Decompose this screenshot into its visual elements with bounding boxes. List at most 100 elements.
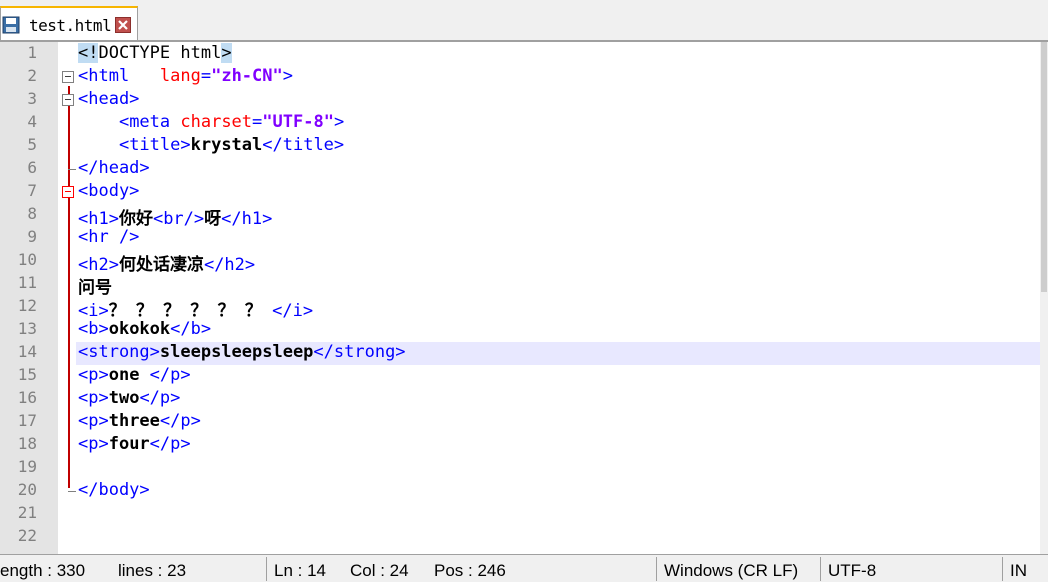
code-token: <hr /> bbox=[78, 227, 140, 247]
status-separator bbox=[1002, 557, 1003, 581]
code-token: <h1> bbox=[78, 209, 119, 229]
code-line[interactable]: <b>okokok</b> bbox=[78, 319, 211, 339]
line-number: 15 bbox=[17, 365, 37, 384]
code-token: > bbox=[282, 66, 293, 86]
tab-bar: test.html bbox=[0, 0, 1048, 42]
code-token: <p> bbox=[78, 365, 109, 385]
line-number: 1 bbox=[27, 43, 37, 62]
code-token: charset bbox=[180, 112, 253, 132]
line-number: 22 bbox=[17, 526, 37, 545]
code-line[interactable]: <hr /> bbox=[78, 227, 139, 247]
code-token: </p> bbox=[139, 388, 181, 408]
status-length: ength : 330 bbox=[0, 561, 86, 580]
line-number: 11 bbox=[17, 273, 37, 292]
code-token: four bbox=[108, 434, 150, 454]
code-line[interactable]: </head> bbox=[78, 158, 150, 178]
code-token: <meta bbox=[118, 112, 181, 132]
code-token: </p> bbox=[159, 411, 201, 431]
fold-margin bbox=[58, 42, 76, 554]
code-token: lang bbox=[159, 66, 201, 86]
code-token: </title> bbox=[262, 135, 345, 155]
code-token: one bbox=[108, 365, 150, 385]
code-token: </i> bbox=[272, 301, 314, 321]
code-token: <br/> bbox=[152, 209, 205, 229]
code-line[interactable]: <head> bbox=[78, 89, 139, 109]
code-line[interactable]: 问号 bbox=[78, 273, 112, 298]
status-separator bbox=[820, 557, 821, 581]
code-line[interactable]: <p>two</p> bbox=[78, 388, 180, 408]
code-line[interactable]: <strong>sleepsleepsleep</strong> bbox=[78, 342, 406, 362]
status-pos: Pos : 246 bbox=[434, 561, 506, 580]
code-token: <! bbox=[78, 43, 99, 63]
code-line[interactable]: <meta charset="UTF-8"> bbox=[78, 112, 344, 132]
code-token: <html bbox=[78, 66, 160, 86]
code-token: DOCTYPE html bbox=[98, 43, 222, 63]
status-mode[interactable]: IN bbox=[1010, 561, 1027, 581]
code-token: </h2> bbox=[203, 255, 256, 275]
code-token: > bbox=[333, 112, 345, 132]
line-number: 5 bbox=[27, 135, 37, 154]
line-number: 17 bbox=[17, 411, 37, 430]
tab-test-html[interactable]: test.html bbox=[0, 6, 138, 42]
status-col: Col : 24 bbox=[350, 561, 409, 580]
status-bar: ength : 330 lines : 23 Ln : 14 Col : 24 … bbox=[0, 554, 1048, 582]
code-token: = bbox=[200, 66, 212, 86]
code-line[interactable]: <!DOCTYPE html> bbox=[78, 43, 232, 63]
code-token: > bbox=[221, 43, 232, 63]
code-editor[interactable]: <!DOCTYPE html> <html lang="zh-CN"> <head>… bbox=[0, 42, 1048, 554]
line-number: 10 bbox=[17, 250, 37, 269]
status-eol[interactable]: Windows (CR LF) bbox=[664, 561, 798, 581]
code-token: </head> bbox=[78, 158, 150, 178]
code-token: </p> bbox=[149, 434, 191, 454]
code-token: ？ ？ ？ ？ ？ ？ bbox=[108, 301, 273, 321]
code-token: <title> bbox=[118, 135, 191, 155]
code-token: <b> bbox=[78, 319, 109, 339]
code-line[interactable]: <title>krystal</title> bbox=[78, 135, 344, 155]
line-number: 2 bbox=[27, 66, 37, 85]
code-token: </p> bbox=[149, 365, 191, 385]
close-tab-icon[interactable] bbox=[115, 17, 131, 33]
line-number: 4 bbox=[27, 112, 37, 131]
code-line[interactable]: </body> bbox=[78, 480, 150, 500]
code-token: "UTF-8" bbox=[262, 112, 334, 132]
code-token: = bbox=[252, 112, 263, 132]
line-number: 16 bbox=[17, 388, 37, 407]
fold-end-marker bbox=[68, 169, 76, 170]
save-disk-icon bbox=[2, 16, 20, 34]
code-line[interactable]: <h2>何处话凄凉</h2> bbox=[78, 250, 255, 275]
code-token: "zh-CN" bbox=[211, 66, 283, 86]
code-token: <p> bbox=[78, 411, 109, 431]
code-line[interactable]: <p>one </p> bbox=[78, 365, 191, 385]
line-number: 12 bbox=[17, 296, 37, 315]
code-token: <strong> bbox=[78, 342, 160, 362]
line-number: 18 bbox=[17, 434, 37, 453]
code-line[interactable]: <p>three</p> bbox=[78, 411, 201, 431]
code-token: <head> bbox=[78, 89, 140, 109]
code-token: <body> bbox=[78, 181, 140, 201]
fold-toggle-icon[interactable] bbox=[62, 71, 74, 83]
code-token: </h1> bbox=[221, 209, 273, 229]
code-token: <i> bbox=[78, 301, 109, 321]
code-line[interactable]: <body> bbox=[78, 181, 139, 201]
line-number: 20 bbox=[17, 480, 37, 499]
code-token: </body> bbox=[78, 480, 150, 500]
line-number: 19 bbox=[17, 457, 37, 476]
line-number: 6 bbox=[27, 158, 37, 177]
status-ln: Ln : 14 bbox=[274, 561, 326, 580]
code-line[interactable]: <html lang="zh-CN"> bbox=[78, 66, 293, 86]
code-token: three bbox=[108, 411, 160, 431]
status-separator bbox=[266, 557, 267, 581]
code-line[interactable]: <h1>你好<br/>呀</h1> bbox=[78, 204, 272, 229]
tab-label: test.html bbox=[29, 16, 112, 35]
scrollbar-thumb[interactable] bbox=[1041, 42, 1047, 292]
fold-toggle-icon[interactable] bbox=[62, 94, 74, 106]
code-line[interactable]: <p>four</p> bbox=[78, 434, 191, 454]
status-encoding[interactable]: UTF-8 bbox=[828, 561, 876, 581]
code-line[interactable]: <i>？ ？ ？ ？ ？ ？ </i> bbox=[78, 296, 313, 321]
fold-toggle-icon[interactable] bbox=[62, 186, 74, 198]
status-separator bbox=[656, 557, 657, 581]
code-token: <h2> bbox=[78, 255, 119, 275]
line-number: 9 bbox=[27, 227, 37, 246]
